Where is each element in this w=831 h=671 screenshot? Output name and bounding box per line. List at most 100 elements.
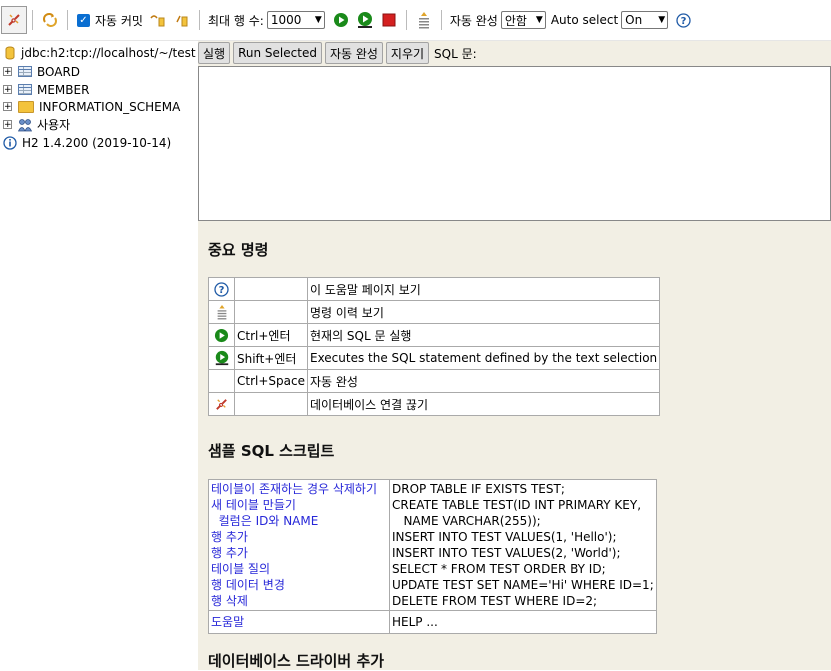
command-desc: 이 도움말 페이지 보기 [306, 277, 661, 301]
commands-table: ? 이 도움말 페이지 보기 명령 이력 보기 Ctrl+엔터 현재의 SQL … [208, 277, 661, 416]
refresh-button[interactable] [38, 9, 62, 31]
stop-icon [382, 13, 396, 27]
add-driver-heading: 데이터베이스 드라이버 추가 [208, 652, 385, 670]
tree-item-label: MEMBER [37, 82, 90, 97]
disconnect-button[interactable] [1, 6, 27, 34]
query-button-row: 실행 Run Selected 자동 완성 지우기 SQL 문: [198, 41, 477, 65]
sql-line: CREATE TABLE TEST(ID INT PRIMARY KEY, [392, 498, 642, 512]
toolbar-divider [67, 10, 68, 30]
commit-button[interactable] [170, 9, 194, 31]
commit-icon [176, 15, 188, 27]
toolbar-divider [440, 10, 442, 30]
sample-sql-code: DROP TABLE IF EXISTS TEST; CREATE TABLE … [389, 479, 657, 611]
clear-button[interactable]: 지우기 [385, 42, 430, 64]
svg-text:?: ? [219, 285, 225, 296]
schema-tree: jdbc:h2:tcp://localhost/~/test + BOARD +… [0, 41, 198, 670]
stop-button[interactable] [377, 9, 401, 31]
sample-sql-heading: 샘플 SQL 스크립트 [208, 442, 335, 460]
refresh-icon [43, 13, 57, 27]
max-rows-select[interactable]: 1000 ▼ [266, 11, 325, 29]
table-row: 테이블이 존재하는 경우 삭제하기 새 테이블 만들기 컬럼은 ID와 NAME… [208, 479, 657, 611]
expand-icon[interactable]: + [3, 120, 12, 130]
toolbar: ✓ 자동 커밋 최대 행 수: 1000 ▼ 자동 완성 안함 ▼ Auto s… [0, 0, 831, 41]
history-icon [418, 12, 429, 29]
auto-select-value: On [625, 13, 643, 27]
chevron-down-icon: ▼ [314, 15, 322, 25]
shortcut-key [234, 392, 308, 416]
autocomplete-value: 안함 [504, 13, 527, 28]
auto-commit-label: 자동 커밋 [95, 13, 143, 28]
toolbar-divider [405, 10, 407, 30]
run-icon [333, 13, 348, 27]
sql-line: NAME VARCHAR(255)); [392, 514, 541, 528]
sample-link[interactable]: 테이블이 존재하는 경우 삭제하기 [211, 481, 387, 497]
tree-connection[interactable]: jdbc:h2:tcp://localhost/~/test [0, 44, 196, 61]
help-icon: ? [676, 12, 691, 28]
help-link[interactable]: 도움말 [211, 615, 244, 629]
sample-link[interactable]: 행 추가 [211, 545, 387, 561]
sql-line: UPDATE TEST SET NAME='Hi' WHERE ID=1; [392, 578, 654, 592]
tree-item-board[interactable]: + BOARD [0, 63, 80, 80]
tree-item-information-schema[interactable]: + INFORMATION_SCHEMA [0, 98, 180, 115]
shortcut-key [234, 277, 308, 301]
sample-link[interactable]: 행 추가 [211, 529, 387, 545]
run-query-button[interactable]: 실행 [198, 42, 231, 64]
folder-icon [18, 100, 34, 113]
sample-link[interactable]: 행 삭제 [211, 593, 387, 609]
autocomplete-button[interactable]: 자동 완성 [324, 42, 383, 64]
sql-editor[interactable] [198, 66, 831, 221]
sql-line: DROP TABLE IF EXISTS TEST; [392, 482, 565, 496]
run-selected-icon [357, 12, 372, 28]
run-selected-button[interactable] [353, 9, 377, 31]
table-row: 명령 이력 보기 [208, 300, 661, 324]
tree-item-member[interactable]: + MEMBER [0, 81, 89, 98]
expand-icon[interactable]: + [3, 67, 12, 77]
auto-commit-checkbox[interactable]: ✓ [77, 13, 90, 27]
command-desc: 명령 이력 보기 [306, 300, 661, 324]
tree-item-users[interactable]: + 사용자 [0, 116, 70, 133]
run-icon [214, 328, 229, 342]
auto-select-select[interactable]: On ▼ [621, 11, 669, 29]
tree-version: H2 1.4.200 (2019-10-14) [0, 134, 171, 151]
run-button[interactable] [329, 9, 353, 31]
run-selected-query-button[interactable]: Run Selected [233, 42, 322, 64]
auto-select-label: Auto select [550, 13, 619, 27]
table-row: Shift+엔터 Executes the SQL statement defi… [208, 346, 661, 370]
sample-link[interactable]: 새 테이블 만들기 [211, 497, 387, 513]
tree-item-label: BOARD [37, 64, 81, 79]
sql-line: DELETE FROM TEST WHERE ID=2; [392, 594, 598, 608]
command-desc: 현재의 SQL 문 실행 [306, 323, 661, 347]
important-commands-heading: 중요 명령 [208, 241, 269, 259]
connection-url: jdbc:h2:tcp://localhost/~/test [21, 45, 196, 60]
sample-descriptions: 테이블이 존재하는 경우 삭제하기 새 테이블 만들기 컬럼은 ID와 NAME… [208, 479, 390, 611]
toolbar-divider [32, 10, 33, 30]
sample-sql-table: 테이블이 존재하는 경우 삭제하기 새 테이블 만들기 컬럼은 ID와 NAME… [208, 479, 657, 634]
history-button[interactable] [412, 9, 436, 31]
chevron-down-icon: ▼ [535, 15, 543, 25]
tree-item-label: INFORMATION_SCHEMA [39, 99, 181, 114]
tree-item-label: 사용자 [37, 118, 71, 132]
rollback-icon [150, 15, 165, 27]
table-icon [18, 84, 32, 95]
autocomplete-select[interactable]: 안함 ▼ [500, 11, 546, 29]
sql-statement-label: SQL 문: [434, 46, 477, 61]
rollback-button[interactable] [146, 9, 170, 31]
command-desc: 데이터베이스 연결 끊기 [306, 392, 661, 416]
query-panel: 실행 Run Selected 자동 완성 지우기 SQL 문: 중요 명령 ?… [198, 41, 831, 670]
table-row: Ctrl+Space 자동 완성 [208, 369, 661, 393]
sql-line: INSERT INTO TEST VALUES(2, 'World'); [392, 546, 621, 560]
table-row: 데이터베이스 연결 끊기 [208, 392, 661, 416]
expand-icon[interactable]: + [3, 85, 12, 95]
help-command: HELP ... [389, 610, 657, 634]
sample-link[interactable]: 행 데이터 변경 [211, 577, 387, 593]
chevron-down-icon: ▼ [658, 15, 666, 25]
table-icon [18, 66, 32, 77]
shortcut-key: Shift+엔터 [234, 346, 308, 370]
expand-icon[interactable]: + [3, 102, 12, 112]
disconnect-icon [216, 398, 227, 410]
help-button[interactable]: ? [671, 9, 695, 31]
sample-link[interactable]: 컬럼은 ID와 NAME [211, 513, 387, 529]
help-icon: ? [214, 281, 229, 297]
sample-link[interactable]: 테이블 질의 [211, 561, 387, 577]
shortcut-key [234, 300, 308, 324]
